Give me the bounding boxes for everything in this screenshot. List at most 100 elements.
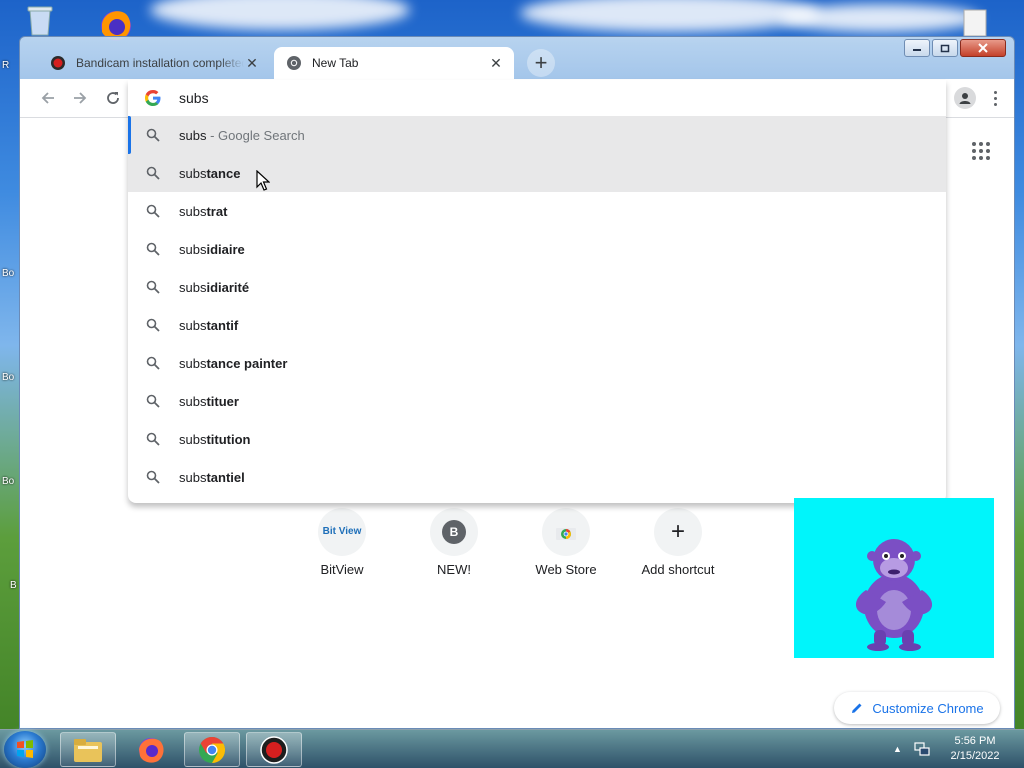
customize-chrome-button[interactable]: Customize Chrome — [834, 692, 1000, 724]
suggestion-text: substance painter — [179, 356, 287, 371]
recycle-bin-icon[interactable] — [22, 4, 58, 36]
suggestion-text: substance — [179, 166, 240, 181]
chrome-menu-button[interactable] — [986, 85, 1004, 111]
suggestion-prefix: subs — [179, 203, 207, 219]
network-icon[interactable] — [914, 742, 930, 756]
profile-button[interactable] — [954, 87, 976, 109]
google-apps-icon[interactable] — [972, 142, 990, 160]
show-hidden-icons-button[interactable]: ▲ — [893, 744, 902, 754]
omnibox-dropdown: subs subs - Google Search substance subs… — [128, 80, 946, 503]
suggestion-item[interactable]: subsidiarité — [128, 268, 946, 306]
suggestion-completion: tituer — [206, 393, 239, 409]
start-button[interactable] — [4, 731, 46, 768]
suggestion-item[interactable]: substantiel — [128, 458, 946, 496]
windows-logo-icon — [17, 740, 33, 758]
shortcut-web-store[interactable]: Web Store — [510, 508, 622, 577]
close-window-button[interactable] — [960, 39, 1006, 57]
tab-bandicam[interactable]: Bandicam installation completed ✕ — [38, 47, 270, 79]
search-icon — [146, 356, 160, 370]
suggestion-completion: idiarité — [206, 279, 250, 295]
purple-gorilla-icon — [855, 539, 933, 651]
menu-dot — [993, 102, 997, 106]
shortcut-label: Add shortcut — [641, 562, 715, 577]
document-desktop-icon[interactable] — [958, 8, 992, 38]
search-icon — [146, 432, 160, 446]
clock-date: 2/15/2022 — [950, 750, 1000, 762]
chrome-icon — [199, 736, 226, 763]
customize-chrome-label: Customize Chrome — [872, 700, 984, 716]
suggestion-text: substrat — [179, 204, 227, 219]
suggestion-completion: trat — [206, 203, 228, 219]
suggestion-text: substitution — [179, 432, 251, 447]
firefox-icon — [139, 737, 164, 763]
plus-glyph: + — [670, 518, 685, 545]
suggestion-completion: tance — [206, 165, 241, 181]
search-icon — [146, 128, 160, 142]
tab-new-tab[interactable]: New Tab ✕ — [274, 47, 514, 79]
suggestion-prefix: subs — [179, 279, 207, 295]
bitview-logo-text: Bit View — [322, 526, 362, 537]
suggestion-prefix: subs — [179, 355, 207, 371]
new-tab-button[interactable]: + — [527, 49, 555, 77]
search-icon — [146, 166, 160, 180]
suggestion-completion: tantiel — [206, 469, 245, 485]
suggestion-text: subsidiarité — [179, 280, 249, 295]
shortcut-bitview[interactable]: Bit View BitView — [286, 508, 398, 577]
bandicam-record-icon — [51, 56, 65, 70]
windows-taskbar: ▲ 5:56 PM 2/15/2022 — [0, 729, 1024, 768]
close-icon — [978, 43, 988, 53]
desktop-icon-label: Bo — [2, 476, 15, 487]
taskbar-firefox-button[interactable] — [123, 732, 179, 767]
desktop-icon-label: Bo — [2, 372, 15, 383]
reload-button[interactable] — [99, 85, 127, 111]
address-bar[interactable]: subs — [128, 80, 946, 116]
suggestion-item[interactable]: subsidiaire — [128, 230, 946, 268]
suggestion-item[interactable]: substance — [128, 154, 946, 192]
google-g-icon — [145, 90, 161, 106]
shortcut-label: Web Store — [535, 562, 597, 577]
shortcut-tiles: Bit View BitView B NEW! Web Store + Add … — [308, 508, 768, 578]
letter-avatar: B — [442, 520, 466, 544]
forward-button[interactable] — [66, 85, 94, 111]
tab-strip: Bandicam installation completed ✕ New Ta… — [28, 47, 928, 79]
taskbar-explorer-button[interactable] — [60, 732, 116, 767]
suggestion-item[interactable]: substitution — [128, 420, 946, 458]
taskbar-bandicam-button[interactable] — [246, 732, 302, 767]
back-button[interactable] — [34, 85, 62, 111]
search-icon — [146, 280, 160, 294]
shortcut-add[interactable]: + Add shortcut — [622, 508, 734, 577]
arrow-left-icon — [41, 92, 54, 104]
suggestion-item[interactable]: substance painter — [128, 344, 946, 382]
web-store-icon — [556, 528, 576, 540]
taskbar-chrome-button[interactable] — [184, 732, 240, 767]
suggestion-prefix: subs — [179, 127, 207, 143]
tab-close-button[interactable]: ✕ — [244, 55, 260, 72]
suggestion-text: subsidiaire — [179, 242, 245, 257]
suggestion-completion: tantif — [206, 317, 239, 333]
suggestion-item[interactable]: substantif — [128, 306, 946, 344]
search-icon — [146, 470, 160, 484]
suggestion-completion: idiaire — [206, 241, 245, 257]
chrome-web-store-icon — [542, 508, 590, 556]
letter-b-avatar: B — [430, 508, 478, 556]
suggestion-item[interactable]: substrat — [128, 192, 946, 230]
maximize-button[interactable] — [932, 39, 958, 57]
person-icon — [959, 93, 971, 104]
omnibox-input[interactable]: subs — [179, 90, 209, 106]
shortcut-new[interactable]: B NEW! — [398, 508, 510, 577]
suggestion-prefix: subs — [179, 165, 207, 181]
desktop-icon-label: Bo — [2, 268, 15, 279]
system-clock[interactable]: 5:56 PM 2/15/2022 — [940, 734, 1010, 764]
windows-explorer-icon — [74, 738, 102, 762]
pencil-icon — [852, 703, 862, 713]
search-icon — [146, 242, 160, 256]
search-icon — [146, 394, 160, 408]
desktop-icon-label: B — [10, 580, 17, 591]
suggestion-item[interactable]: substituer — [128, 382, 946, 420]
suggestion-text: subs - Google Search — [179, 128, 305, 143]
suggestion-description: - Google Search — [206, 127, 305, 143]
tab-close-button[interactable]: ✕ — [488, 55, 504, 72]
suggestion-item[interactable]: subs - Google Search — [128, 116, 946, 154]
suggestion-prefix: subs — [179, 393, 207, 409]
suggestion-text: substituer — [179, 394, 239, 409]
